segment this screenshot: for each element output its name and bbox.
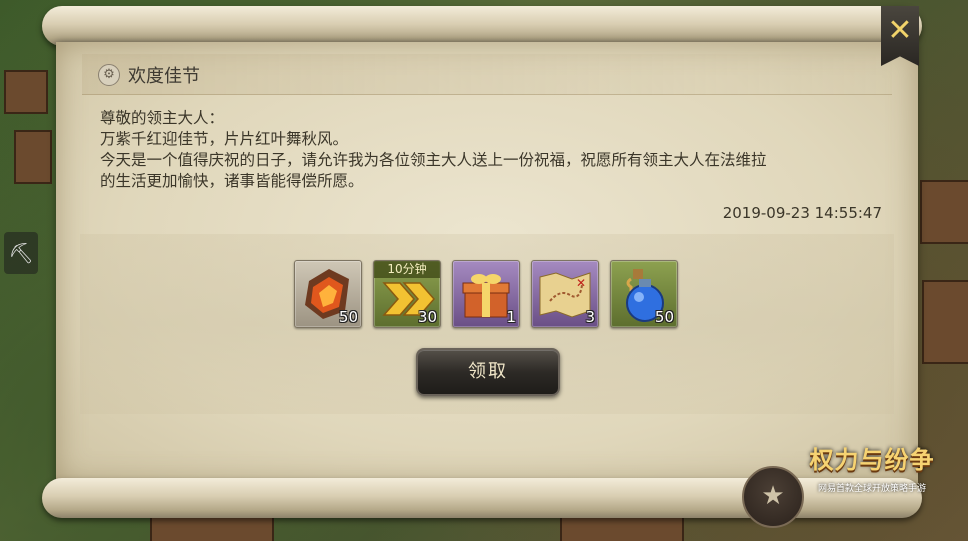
reward-item[interactable]: 10分钟 30 (373, 260, 441, 328)
background-building (922, 280, 968, 364)
gear-icon: ⚙ (98, 64, 120, 86)
reward-item[interactable]: 50 (294, 260, 362, 328)
reward-count: 50 (654, 308, 674, 326)
star-button[interactable]: ★ (742, 466, 804, 528)
game-logo-title: 权力与纷争 (809, 446, 935, 474)
background-building (4, 70, 48, 114)
reward-count: 3 (585, 308, 595, 326)
mail-line: 今天是一个值得庆祝的日子，请允许我为各位领主大人送上一份祝福，祝愿所有领主大人在… (100, 151, 767, 169)
background-building (920, 180, 968, 244)
shovel-icon[interactable]: ⛏ (4, 232, 38, 274)
game-scene: ⛏ ⚙ 欢度佳节 尊敬的领主大人： 万紫千红迎佳节，片片红叶舞秋风。 今天是一个… (0, 0, 968, 541)
game-logo-subtitle: 网易首款全球开放策略手游 (817, 484, 926, 494)
mail-body: 尊敬的领主大人： 万紫千红迎佳节，片片红叶舞秋风。 今天是一个值得庆祝的日子，请… (100, 108, 890, 192)
mail-greeting: 尊敬的领主大人： (100, 109, 225, 127)
mail-line: 的生活更加愉快，诸事皆能得偿所愿。 (100, 172, 364, 190)
game-logo: 权力与纷争 网易首款全球开放策略手游 (806, 440, 938, 506)
reward-count: 1 (506, 308, 516, 326)
reward-item[interactable]: ✕ 3 (531, 260, 599, 328)
svg-text:✕: ✕ (576, 276, 586, 290)
reward-item[interactable]: 50 (610, 260, 678, 328)
background-building (14, 130, 52, 184)
reward-list: 50 10分钟 30 1 ✕ 3 50 (294, 260, 678, 328)
star-icon: ★ (761, 481, 785, 511)
mail-timestamp: 2019-09-23 14:55:47 (722, 204, 882, 222)
reward-duration-tag: 10分钟 (374, 261, 440, 278)
reward-item[interactable]: 1 (452, 260, 520, 328)
reward-count: 30 (417, 308, 437, 326)
scroll-rod-top (42, 6, 922, 46)
mail-line: 万紫千红迎佳节，片片红叶舞秋风。 (100, 130, 349, 148)
dialog-title-bar: ⚙ 欢度佳节 (82, 54, 892, 95)
close-icon: ✕ (887, 13, 913, 48)
dialog-title: 欢度佳节 (128, 66, 200, 87)
reward-count: 50 (338, 308, 358, 326)
claim-button[interactable]: 领取 (416, 348, 560, 396)
mail-dialog: ⚙ 欢度佳节 尊敬的领主大人： 万紫千红迎佳节，片片红叶舞秋风。 今天是一个值得… (56, 42, 918, 484)
